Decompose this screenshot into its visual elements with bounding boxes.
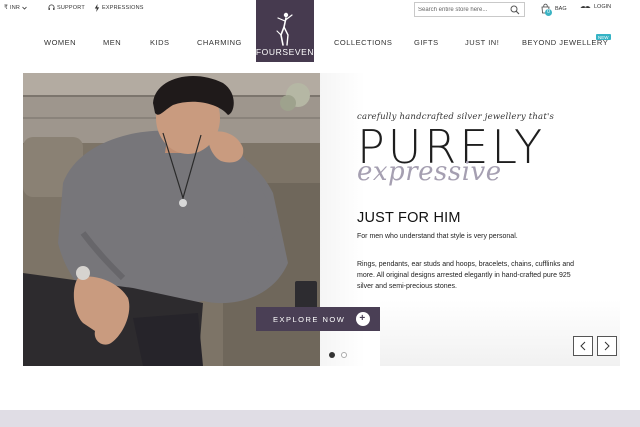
nav-kids[interactable]: KIDS bbox=[150, 38, 170, 47]
nav-women[interactable]: WOMEN bbox=[44, 38, 76, 47]
carousel-dot-2[interactable] bbox=[341, 352, 347, 358]
brand-logo[interactable]: FOURSEVEN bbox=[256, 0, 314, 62]
store-search bbox=[414, 2, 525, 17]
nav-charming[interactable]: CHARMING bbox=[197, 38, 242, 47]
chevron-down-icon bbox=[22, 6, 27, 10]
search-input[interactable] bbox=[415, 3, 507, 16]
search-icon[interactable] bbox=[510, 5, 520, 15]
plus-icon: + bbox=[356, 312, 370, 326]
logo-text: FOURSEVEN bbox=[255, 47, 315, 57]
chevron-left-icon bbox=[580, 341, 586, 351]
nav-gifts[interactable]: GIFTS bbox=[414, 38, 439, 47]
lightning-icon bbox=[94, 4, 100, 12]
new-badge: NEW bbox=[596, 34, 611, 40]
explore-now-label: EXPLORE NOW bbox=[273, 314, 346, 324]
expressions-link[interactable]: EXPRESSIONS bbox=[94, 4, 144, 12]
support-label: SUPPORT bbox=[57, 4, 85, 11]
hero-subheading: JUST FOR HIM bbox=[357, 210, 461, 226]
chevron-right-icon bbox=[604, 341, 610, 351]
login-label: LOGIN bbox=[594, 4, 612, 10]
hero-description-long: Rings, pendants, ear studs and hoops, br… bbox=[357, 261, 575, 290]
currency-label: INR bbox=[10, 4, 21, 11]
next-section-band bbox=[0, 410, 640, 427]
rupee-icon: ₹ bbox=[4, 5, 9, 11]
bag-count-badge: 0 bbox=[545, 9, 552, 16]
hero-script-word: expressive bbox=[357, 157, 502, 187]
dancer-logo-icon bbox=[276, 12, 293, 46]
nav-men[interactable]: MEN bbox=[103, 38, 121, 47]
support-link[interactable]: SUPPORT bbox=[48, 4, 85, 11]
currency-selector[interactable]: ₹ INR bbox=[4, 4, 27, 11]
headset-icon bbox=[48, 4, 55, 10]
carousel-dot-1[interactable] bbox=[329, 352, 335, 358]
nav-just-in[interactable]: JUST IN! bbox=[465, 38, 499, 47]
bag-label[interactable]: BAG bbox=[555, 6, 567, 12]
nav-collections[interactable]: COLLECTIONS bbox=[334, 38, 392, 47]
mustache-icon bbox=[580, 5, 591, 8]
carousel-prev-button[interactable] bbox=[573, 336, 593, 356]
explore-now-button[interactable]: EXPLORE NOW + bbox=[256, 307, 380, 331]
expressions-label: EXPRESSIONS bbox=[102, 5, 144, 11]
login-link[interactable]: LOGIN bbox=[580, 4, 611, 10]
hero-description-short: For men who understand that style is ver… bbox=[357, 233, 518, 240]
carousel-next-button[interactable] bbox=[597, 336, 617, 356]
hero-shadow bbox=[380, 300, 620, 366]
top-utility-bar: ₹ INR SUPPORT EXPRESSIONS 0 BAG LOGIN bbox=[0, 0, 640, 19]
